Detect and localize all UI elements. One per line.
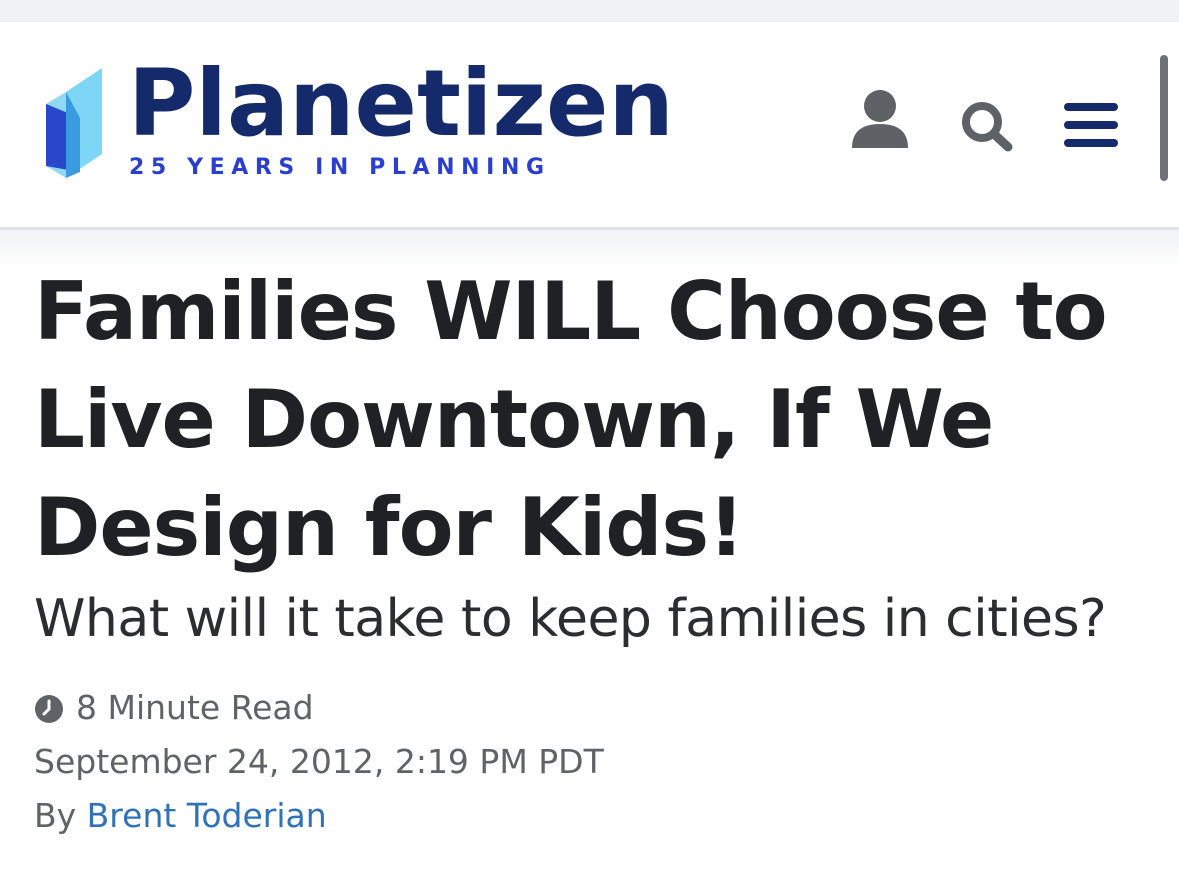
- page-scrollbar[interactable]: [1160, 55, 1168, 181]
- browser-top-strip: [0, 0, 1179, 22]
- search-icon[interactable]: [960, 100, 1014, 152]
- clock-icon: [35, 695, 63, 724]
- read-time: 8 Minute Read: [34, 688, 314, 728]
- byline-label: By: [34, 796, 77, 835]
- brand-name[interactable]: Planetizen: [128, 58, 674, 150]
- user-icon[interactable]: [848, 88, 912, 150]
- read-time-label: 8 Minute Read: [76, 688, 314, 727]
- publish-date: September 24, 2012, 2:19 PM PDT: [34, 742, 604, 781]
- article-title: Families WILL Choose to Live Downtown, I…: [34, 265, 1108, 574]
- article-subtitle: What will it take to keep families in ci…: [34, 589, 1107, 649]
- menu-icon[interactable]: [1062, 102, 1120, 148]
- author-link[interactable]: Brent Toderian: [87, 796, 327, 835]
- brand-tagline: 25 YEARS IN PLANNING: [129, 155, 551, 180]
- planetizen-logo-icon[interactable]: [44, 66, 106, 184]
- byline: By Brent Toderian: [34, 796, 327, 836]
